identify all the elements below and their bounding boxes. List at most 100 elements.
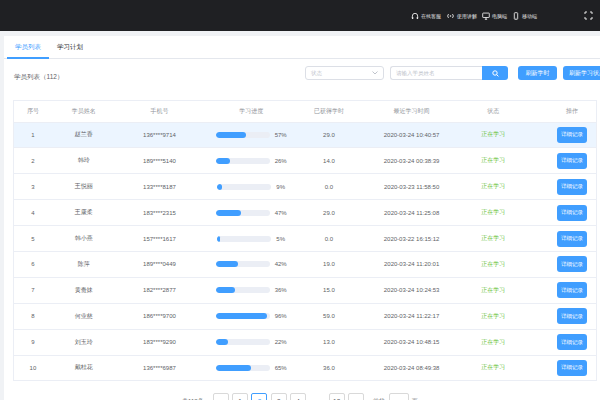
progress-cell: 36%: [203, 287, 291, 293]
table-row[interactable]: 5韩小燕157****16175%0.02020-03-22 16:15:12正…: [14, 225, 596, 251]
progress-cell: 42%: [203, 261, 291, 267]
status-cell: 正在学习: [456, 260, 530, 269]
hours-cell: 0.0: [291, 236, 367, 242]
search-input[interactable]: 请输入学员姓名: [390, 66, 482, 80]
pagination-prev[interactable]: ‹: [213, 393, 229, 400]
table-row[interactable]: 9刘玉玲183****929022%13.02020-03-24 10:48:1…: [14, 329, 596, 355]
hours-cell: 19.0: [291, 261, 367, 267]
content-panel: 学员列表学习计划 学员列表（112） 状态 请输入学员姓名 刷新学时 刷新学习状…: [4, 36, 600, 400]
index-cell: 8: [14, 313, 52, 319]
pagination-page-3[interactable]: 3: [271, 393, 287, 400]
progress-label: 26%: [275, 158, 287, 164]
pagination-page-12[interactable]: 12: [329, 393, 345, 400]
table-row[interactable]: 8何业慈186****970096%59.02020-03-24 11:22:1…: [14, 303, 596, 329]
progress-label: 42%: [275, 261, 287, 267]
pagination-ellipsis: •••: [309, 393, 325, 400]
topbar-item-label: 在线客服: [421, 13, 441, 19]
progress-cell: 5%: [203, 236, 291, 242]
table-row[interactable]: 3王悦丽133****81879%0.02020-03-23 11:58:50正…: [14, 173, 596, 199]
filter-bar: 状态 请输入学员姓名 刷新学时 刷新学习状态: [4, 66, 600, 80]
tab-1[interactable]: 学习计划: [49, 36, 91, 59]
table-row[interactable]: 2韩玲189****514026%14.02020-03-24 00:38:39…: [14, 147, 596, 173]
action-cell: 详细记录: [530, 179, 596, 195]
hours-cell: 59.0: [291, 313, 367, 319]
topbar-item-phone[interactable]: 移动端: [512, 12, 537, 20]
action-cell: 详细记录: [530, 360, 596, 376]
fullscreen-button[interactable]: [584, 11, 593, 20]
column-header: 状态: [456, 107, 530, 116]
progress-bar: [216, 158, 270, 164]
table-row[interactable]: 10戴桂花136****698765%36.02020-03-24 08:49:…: [14, 355, 596, 381]
status-cell: 正在学习: [456, 156, 530, 165]
topbar-item-broadcast[interactable]: 使用讲解: [446, 12, 477, 20]
detail-record-button[interactable]: 详细记录: [557, 308, 587, 324]
phone-cell: 186****9700: [116, 313, 204, 319]
index-cell: 9: [14, 339, 52, 345]
tab-0[interactable]: 学员列表: [7, 36, 49, 59]
phone-cell: 157****1617: [116, 236, 204, 242]
time-cell: 2020-03-23 11:58:50: [367, 184, 457, 190]
detail-record-button[interactable]: 详细记录: [557, 282, 587, 298]
chevron-down-icon: [372, 71, 378, 75]
topbar-item-headset[interactable]: 在线客服: [411, 12, 441, 20]
detail-record-button[interactable]: 详细记录: [557, 127, 587, 143]
index-cell: 6: [14, 261, 52, 267]
index-cell: 3: [14, 184, 52, 190]
action-cell: 详细记录: [530, 153, 596, 169]
name-cell: 韩玲: [52, 156, 116, 165]
broadcast-icon: [446, 12, 455, 20]
table-row[interactable]: 6陈萍189****044942%19.02020-03-24 11:20:01…: [14, 251, 596, 277]
action-cell: 详细记录: [530, 127, 596, 143]
index-cell: 2: [14, 158, 52, 164]
detail-record-button[interactable]: 详细记录: [557, 231, 587, 247]
progress-label: 9%: [276, 184, 285, 190]
table-row[interactable]: 1赵兰香136****971457%29.02020-03-24 10:40:5…: [14, 122, 596, 148]
name-cell: 王悦丽: [52, 182, 116, 191]
search-button[interactable]: [482, 66, 508, 80]
detail-record-button[interactable]: 详细记录: [557, 179, 587, 195]
pagination-next[interactable]: ›: [348, 393, 364, 400]
refresh-status-button[interactable]: 刷新学习状态: [563, 66, 600, 80]
status-badge: 正在学习: [481, 363, 505, 372]
progress-label: 36%: [275, 287, 287, 293]
headset-icon: [411, 12, 419, 20]
pagination-goto-input[interactable]: [389, 393, 409, 400]
time-cell: 2020-03-24 10:40:57: [367, 132, 457, 138]
table-header-row: 序号学员姓名手机号学习进度已获得学时最近学习时间状态操作: [14, 101, 596, 122]
hours-cell: 13.0: [291, 339, 367, 345]
progress-bar: [217, 184, 271, 190]
status-select[interactable]: 状态: [305, 66, 384, 80]
table-row[interactable]: 4王康柔183****231547%29.02020-03-24 11:25:0…: [14, 199, 596, 225]
hours-cell: 29.0: [291, 132, 367, 138]
time-cell: 2020-03-24 11:25:08: [367, 210, 457, 216]
student-table: 序号学员姓名手机号学习进度已获得学时最近学习时间状态操作1赵兰香136****9…: [13, 100, 597, 381]
detail-record-button[interactable]: 详细记录: [557, 205, 587, 221]
pagination-page-4[interactable]: 4: [290, 393, 306, 400]
monitor-icon: [482, 12, 490, 20]
time-cell: 2020-03-24 10:24:53: [367, 287, 457, 293]
search-placeholder: 请输入学员姓名: [396, 70, 435, 77]
table-row[interactable]: 7黄贵妹182****287736%15.02020-03-24 10:24:5…: [14, 277, 596, 303]
pagination-total: 共112条: [182, 393, 204, 400]
action-cell: 详细记录: [530, 231, 596, 247]
detail-record-button[interactable]: 详细记录: [557, 360, 587, 376]
column-header: 手机号: [116, 107, 204, 116]
progress-bar: [216, 287, 270, 293]
detail-record-button[interactable]: 详细记录: [557, 256, 587, 272]
topbar-item-monitor[interactable]: 电脑端: [482, 12, 507, 20]
pagination-page-1[interactable]: 1: [232, 393, 248, 400]
phone-cell: 136****9714: [116, 132, 204, 138]
name-cell: 韩小燕: [52, 234, 116, 243]
detail-record-button[interactable]: 详细记录: [557, 334, 587, 350]
detail-record-button[interactable]: 详细记录: [557, 153, 587, 169]
name-cell: 刘玉玲: [52, 338, 116, 347]
status-badge: 正在学习: [481, 338, 505, 347]
time-cell: 2020-03-22 16:15:12: [367, 236, 457, 242]
status-cell: 正在学习: [456, 130, 530, 139]
status-cell: 正在学习: [456, 363, 530, 372]
fullscreen-icon: [584, 11, 593, 20]
progress-cell: 26%: [203, 158, 291, 164]
pagination-page-2[interactable]: 2: [251, 393, 267, 400]
refresh-hours-button[interactable]: 刷新学时: [518, 66, 557, 80]
status-badge: 正在学习: [481, 182, 505, 191]
